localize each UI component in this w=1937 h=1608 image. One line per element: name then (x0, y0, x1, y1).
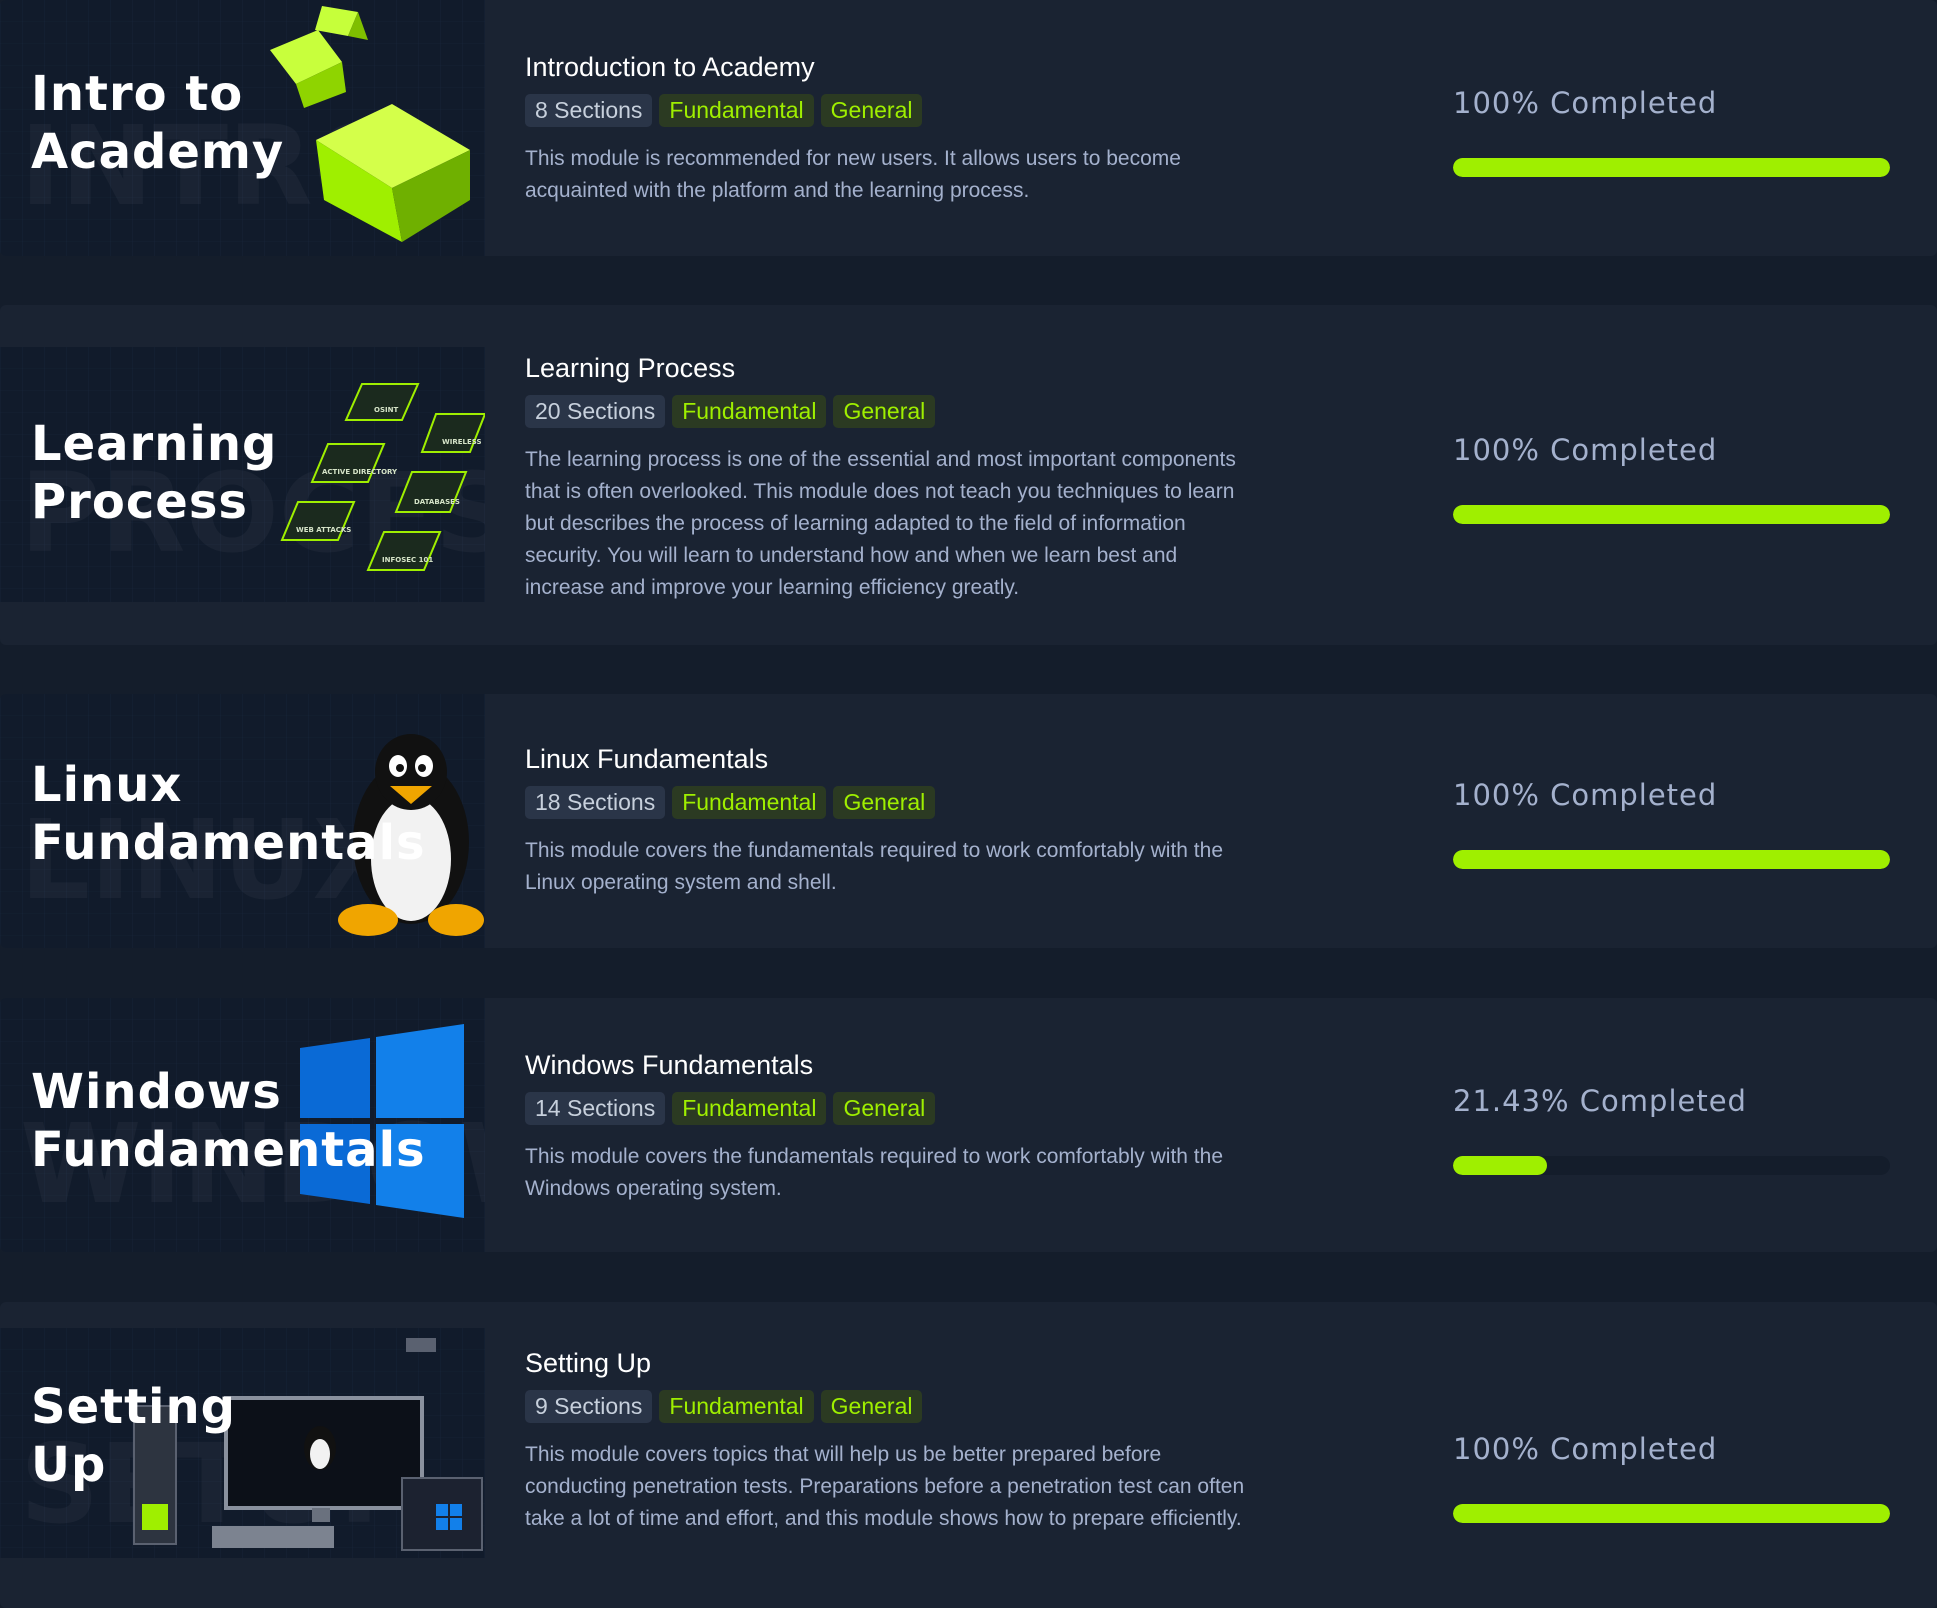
tile-label: DATABASES (414, 498, 460, 506)
module-card-learning-process[interactable]: PROCESS OSINT WIRELESS ACTIVE DIRECTORY … (0, 305, 1937, 645)
module-title[interactable]: Setting Up (525, 1346, 1245, 1380)
progress-bar-fill (1453, 850, 1890, 869)
progress-label: 100% Completed (1453, 778, 1718, 812)
module-card-intro-to-academy[interactable]: INTRO Intro to Academy Introduction to A… (0, 0, 1937, 256)
category-badge: General (833, 1092, 936, 1125)
learning-path-icon: OSINT WIRELESS ACTIVE DIRECTORY DATABASE… (280, 383, 485, 571)
module-card-windows-fundamentals[interactable]: WINDOWS Windows Fundamentals Windows Fun… (0, 998, 1937, 1252)
module-thumbnail: SETUP Setting Up (0, 1328, 485, 1558)
progress-label: 21.43% Completed (1453, 1084, 1747, 1118)
sections-badge: 14 Sections (525, 1092, 666, 1125)
progress-bar (1453, 505, 1890, 524)
module-description: This module covers the fundamentals requ… (525, 839, 1223, 894)
category-badge: General (833, 786, 936, 819)
progress-label: 100% Completed (1453, 1432, 1718, 1466)
thumbnail-title: Setting Up (31, 1379, 236, 1493)
tile-label: OSINT (374, 406, 398, 414)
cube-icon (270, 6, 470, 242)
thumbnail-title: Windows Fundamentals (31, 1064, 426, 1178)
module-tags: 18 Sections Fundamental General (525, 786, 1245, 819)
module-thumbnail: PROCESS OSINT WIRELESS ACTIVE DIRECTORY … (0, 347, 485, 602)
difficulty-badge: Fundamental (659, 1390, 814, 1423)
module-title[interactable]: Windows Fundamentals (525, 1048, 1245, 1082)
module-card-linux-fundamentals[interactable]: LINUX Linux Fundamentals Linux Fundament… (0, 694, 1937, 948)
module-description: The learning process is one of the essen… (525, 448, 1236, 599)
module-title[interactable]: Learning Process (525, 351, 1245, 385)
module-card-setting-up[interactable]: SETUP Setting Up Setting Up 9 Sections F… (0, 1302, 1937, 1608)
progress-bar-fill (1453, 1156, 1547, 1175)
tile-label: WEB ATTACKS (296, 526, 351, 534)
progress-bar-fill (1453, 1504, 1890, 1523)
progress-bar (1453, 158, 1890, 177)
sections-badge: 8 Sections (525, 94, 653, 127)
tile-label: ACTIVE DIRECTORY (322, 468, 398, 476)
sections-badge: 9 Sections (525, 1390, 653, 1423)
thumbnail-title: Learning Process (31, 416, 278, 530)
progress-section: 100% Completed (1453, 86, 1890, 177)
progress-bar (1453, 1504, 1890, 1523)
progress-bar-fill (1453, 158, 1890, 177)
difficulty-badge: Fundamental (659, 94, 814, 127)
progress-label: 100% Completed (1453, 433, 1718, 467)
module-thumbnail: WINDOWS Windows Fundamentals (0, 998, 485, 1252)
module-tags: 9 Sections Fundamental General (525, 1390, 1245, 1423)
sections-badge: 20 Sections (525, 395, 666, 428)
module-thumbnail: LINUX Linux Fundamentals (0, 694, 485, 948)
module-description: This module covers the fundamentals requ… (525, 1145, 1223, 1200)
module-description: This module covers topics that will help… (525, 1443, 1245, 1530)
difficulty-badge: Fundamental (672, 1092, 827, 1125)
module-title[interactable]: Introduction to Academy (525, 50, 1245, 84)
sections-badge: 18 Sections (525, 786, 666, 819)
progress-bar (1453, 850, 1890, 869)
tile-label: INFOSEC 101 (382, 556, 433, 564)
progress-section: 100% Completed (1453, 1432, 1890, 1523)
progress-bar-fill (1453, 505, 1890, 524)
tile-label: WIRELESS (442, 438, 482, 446)
category-badge: General (820, 94, 923, 127)
progress-section: 100% Completed (1453, 433, 1890, 524)
progress-bar (1453, 1156, 1890, 1175)
difficulty-badge: Fundamental (672, 395, 827, 428)
module-tags: 20 Sections Fundamental General (525, 395, 1245, 428)
module-thumbnail: INTRO Intro to Academy (0, 0, 485, 256)
module-tags: 8 Sections Fundamental General (525, 94, 1245, 127)
category-badge: General (833, 395, 936, 428)
module-title[interactable]: Linux Fundamentals (525, 742, 1245, 776)
module-tags: 14 Sections Fundamental General (525, 1092, 1245, 1125)
difficulty-badge: Fundamental (672, 786, 827, 819)
progress-section: 21.43% Completed (1453, 1084, 1890, 1175)
progress-label: 100% Completed (1453, 86, 1718, 120)
thumbnail-title: Linux Fundamentals (31, 757, 426, 871)
progress-section: 100% Completed (1453, 778, 1890, 869)
module-description: This module is recommended for new users… (525, 147, 1181, 202)
thumbnail-title: Intro to Academy (31, 66, 285, 180)
category-badge: General (820, 1390, 923, 1423)
